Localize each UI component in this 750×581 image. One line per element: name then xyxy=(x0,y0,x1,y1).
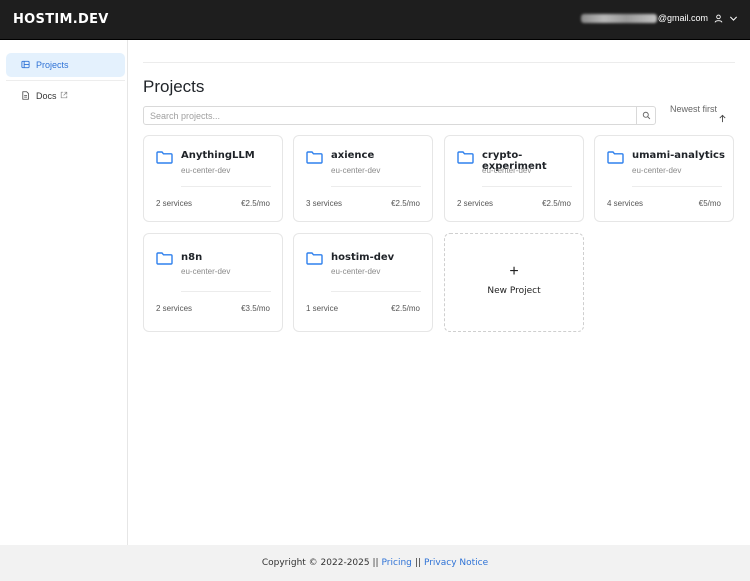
email-username-redacted xyxy=(580,13,657,23)
footer-separator: || xyxy=(414,558,421,568)
project-services: 3 services xyxy=(306,199,343,208)
external-link-icon xyxy=(60,91,68,101)
user-menu[interactable]: @gmail.com xyxy=(580,13,738,23)
project-price: €2.5/mo xyxy=(391,304,420,313)
sidebar: Projects Docs xyxy=(0,40,128,545)
project-services: 2 services xyxy=(156,199,193,208)
project-card[interactable]: axience eu-center-dev 3 services €2.5/mo xyxy=(293,135,433,222)
project-card[interactable]: umami-analytics eu-center-dev 4 services… xyxy=(594,135,734,222)
folder-icon xyxy=(156,252,173,270)
sidebar-item-docs[interactable]: Docs xyxy=(6,84,125,108)
folder-icon xyxy=(156,151,173,169)
pricing-link[interactable]: Pricing xyxy=(382,558,412,568)
search-button[interactable] xyxy=(636,107,655,124)
card-divider xyxy=(482,186,572,187)
new-project-button[interactable]: + New Project xyxy=(444,233,584,332)
user-icon xyxy=(714,14,723,23)
privacy-notice-link[interactable]: Privacy Notice xyxy=(424,558,488,568)
folder-icon xyxy=(607,151,624,169)
project-name: axience xyxy=(331,150,375,161)
project-services: 2 services xyxy=(457,199,494,208)
sidebar-item-projects[interactable]: Projects xyxy=(6,53,125,77)
project-name: AnythingLLM xyxy=(181,150,255,161)
top-bar: HOSTIM.DEV @gmail.com xyxy=(0,0,750,40)
project-region: eu-center-dev xyxy=(181,166,231,175)
project-region: eu-center-dev xyxy=(632,166,682,175)
card-divider xyxy=(181,186,271,187)
card-divider xyxy=(632,186,722,187)
project-region: eu-center-dev xyxy=(482,166,532,175)
project-region: eu-center-dev xyxy=(181,267,231,276)
card-divider xyxy=(331,291,421,292)
sidebar-item-label: Docs xyxy=(36,91,57,101)
brand-logo[interactable]: HOSTIM.DEV xyxy=(13,12,109,27)
document-icon xyxy=(21,90,30,102)
sort-direction-arrow-icon[interactable] xyxy=(718,110,727,128)
card-divider xyxy=(181,291,271,292)
footer: Copyright © 2022-2025 || Pricing || Priv… xyxy=(0,545,750,581)
project-price: €5/mo xyxy=(698,199,721,208)
project-name: n8n xyxy=(181,252,203,263)
project-price: €2.5/mo xyxy=(542,199,571,208)
project-services: 2 services xyxy=(156,304,193,313)
project-name: hostim-dev xyxy=(331,252,395,263)
project-price: €3.5/mo xyxy=(241,304,270,313)
page-title: Projects xyxy=(143,77,205,96)
project-price: €2.5/mo xyxy=(241,199,270,208)
plus-icon: + xyxy=(509,263,519,280)
top-divider xyxy=(143,62,735,63)
project-card[interactable]: hostim-dev eu-center-dev 1 service €2.5/… xyxy=(293,233,433,332)
search-bar xyxy=(143,106,656,125)
copyright-text: Copyright © 2022-2025 || xyxy=(261,558,379,568)
project-card[interactable]: n8n eu-center-dev 2 services €3.5/mo xyxy=(143,233,283,332)
sidebar-divider xyxy=(6,80,125,81)
card-divider xyxy=(331,186,421,187)
new-project-label: New Project xyxy=(487,286,541,296)
user-email-domain: @gmail.com xyxy=(657,13,708,23)
project-card[interactable]: crypto-experiment eu-center-dev 2 servic… xyxy=(444,135,584,222)
projects-icon xyxy=(21,60,30,71)
folder-icon xyxy=(306,151,323,169)
project-region: eu-center-dev xyxy=(331,166,381,175)
project-services: 4 services xyxy=(607,199,644,208)
search-icon xyxy=(642,107,651,125)
folder-icon xyxy=(457,151,474,169)
project-region: eu-center-dev xyxy=(331,267,381,276)
main-content: Projects Newest first AnythingLLM eu-cen… xyxy=(128,40,750,545)
sidebar-item-label: Projects xyxy=(36,60,69,70)
project-services: 1 service xyxy=(306,304,339,313)
folder-icon xyxy=(306,252,323,270)
project-name: umami-analytics xyxy=(632,150,725,161)
chevron-down-icon[interactable] xyxy=(729,14,738,23)
search-input[interactable] xyxy=(144,107,636,124)
project-price: €2.5/mo xyxy=(391,199,420,208)
project-card[interactable]: AnythingLLM eu-center-dev 2 services €2.… xyxy=(143,135,283,222)
